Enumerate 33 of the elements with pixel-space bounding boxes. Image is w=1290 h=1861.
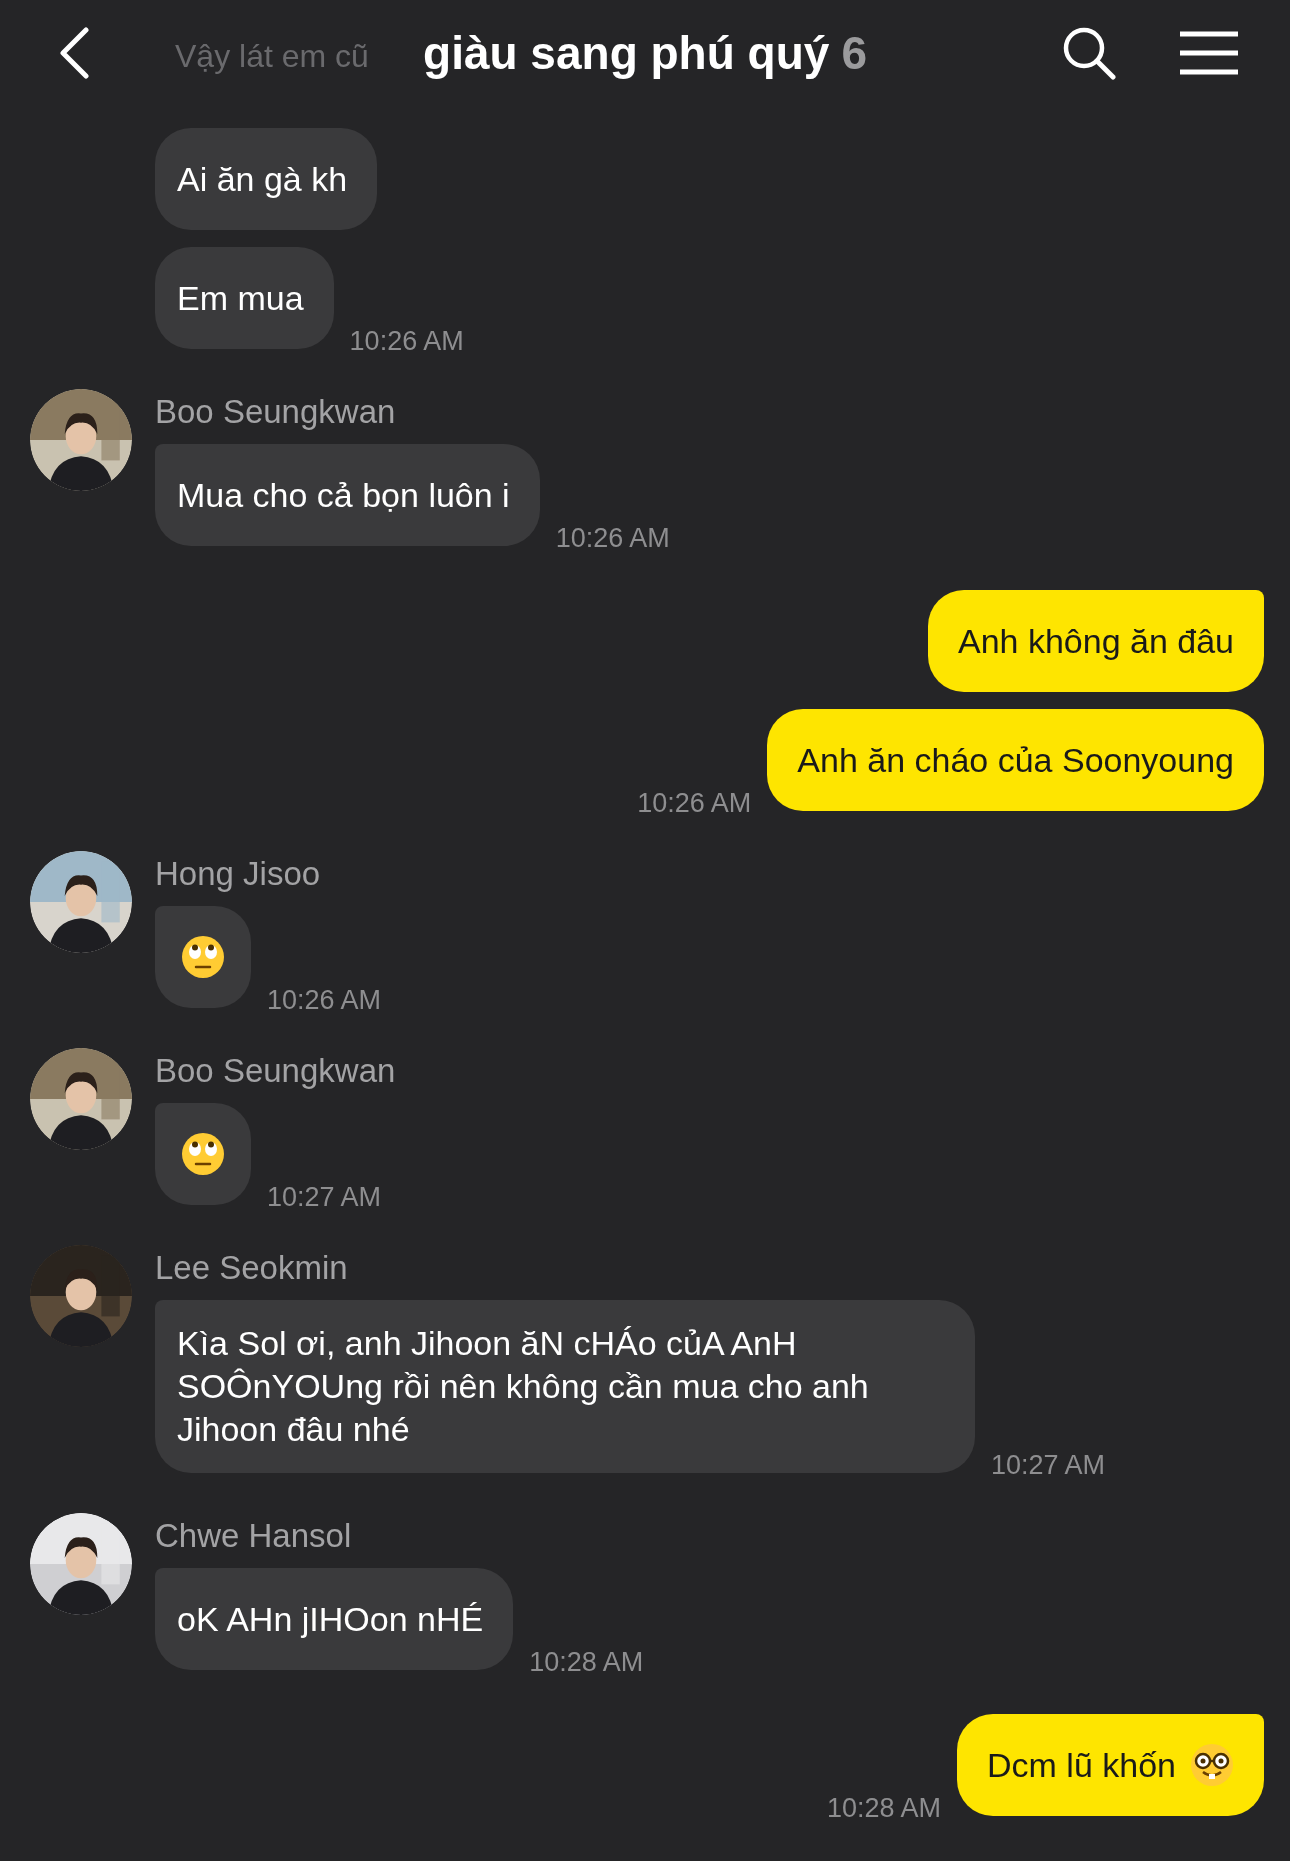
chat-title: giàu sang phú quý: [423, 26, 830, 80]
nerd-face-icon: [1190, 1743, 1234, 1787]
sender-name: Boo Seungkwan: [155, 393, 396, 431]
message-bubble: oK AHn jIHOon nHÉ: [155, 1568, 514, 1670]
message-bubble: Em mua: [155, 247, 334, 349]
message-bubble: Anh ăn cháo của Soonyoung: [767, 709, 1264, 811]
member-count: 6: [841, 26, 867, 80]
search-button[interactable]: [1062, 25, 1116, 80]
back-button[interactable]: [58, 26, 90, 79]
message-time: 10:26 AM: [637, 788, 752, 819]
rolling-eyes-icon: [181, 1132, 225, 1176]
message-time: 10:27 AM: [267, 1182, 382, 1213]
menu-button[interactable]: [1178, 29, 1240, 76]
message-preview: Vậy lát em cũ: [175, 38, 369, 75]
back-icon: [58, 26, 90, 79]
message-bubble: Ai ăn gà kh: [155, 128, 378, 230]
message-time: 10:28 AM: [529, 1647, 644, 1678]
search-icon: [1062, 25, 1116, 80]
sender-name: Chwe Hansol: [155, 1517, 352, 1555]
menu-icon: [1178, 29, 1240, 76]
message-time: 10:28 AM: [826, 1793, 942, 1824]
sender-name: Hong Jisoo: [155, 855, 321, 893]
message-time: 10:26 AM: [349, 326, 464, 357]
message-time: 10:27 AM: [991, 1450, 1106, 1481]
message-time: 10:26 AM: [555, 523, 670, 554]
message-bubble: Kìa Sol ơi, anh Jihoon ăN cHÁo củA AnH SOÔnYOUng rồi nên không cần mua cho anh Jihoon đâu nhé: [155, 1300, 975, 1473]
message-bubble: Mua cho cả bọn luôn i: [155, 444, 540, 546]
message-time: 10:26 AM: [267, 985, 382, 1016]
sender-name: Boo Seungkwan: [155, 1052, 396, 1090]
sender-name: Lee Seokmin: [155, 1249, 348, 1287]
message-bubble: Anh không ăn đâu: [927, 590, 1264, 692]
rolling-eyes-icon: [181, 935, 225, 979]
message-text: Dcm lũ khốn: [987, 1744, 1176, 1786]
